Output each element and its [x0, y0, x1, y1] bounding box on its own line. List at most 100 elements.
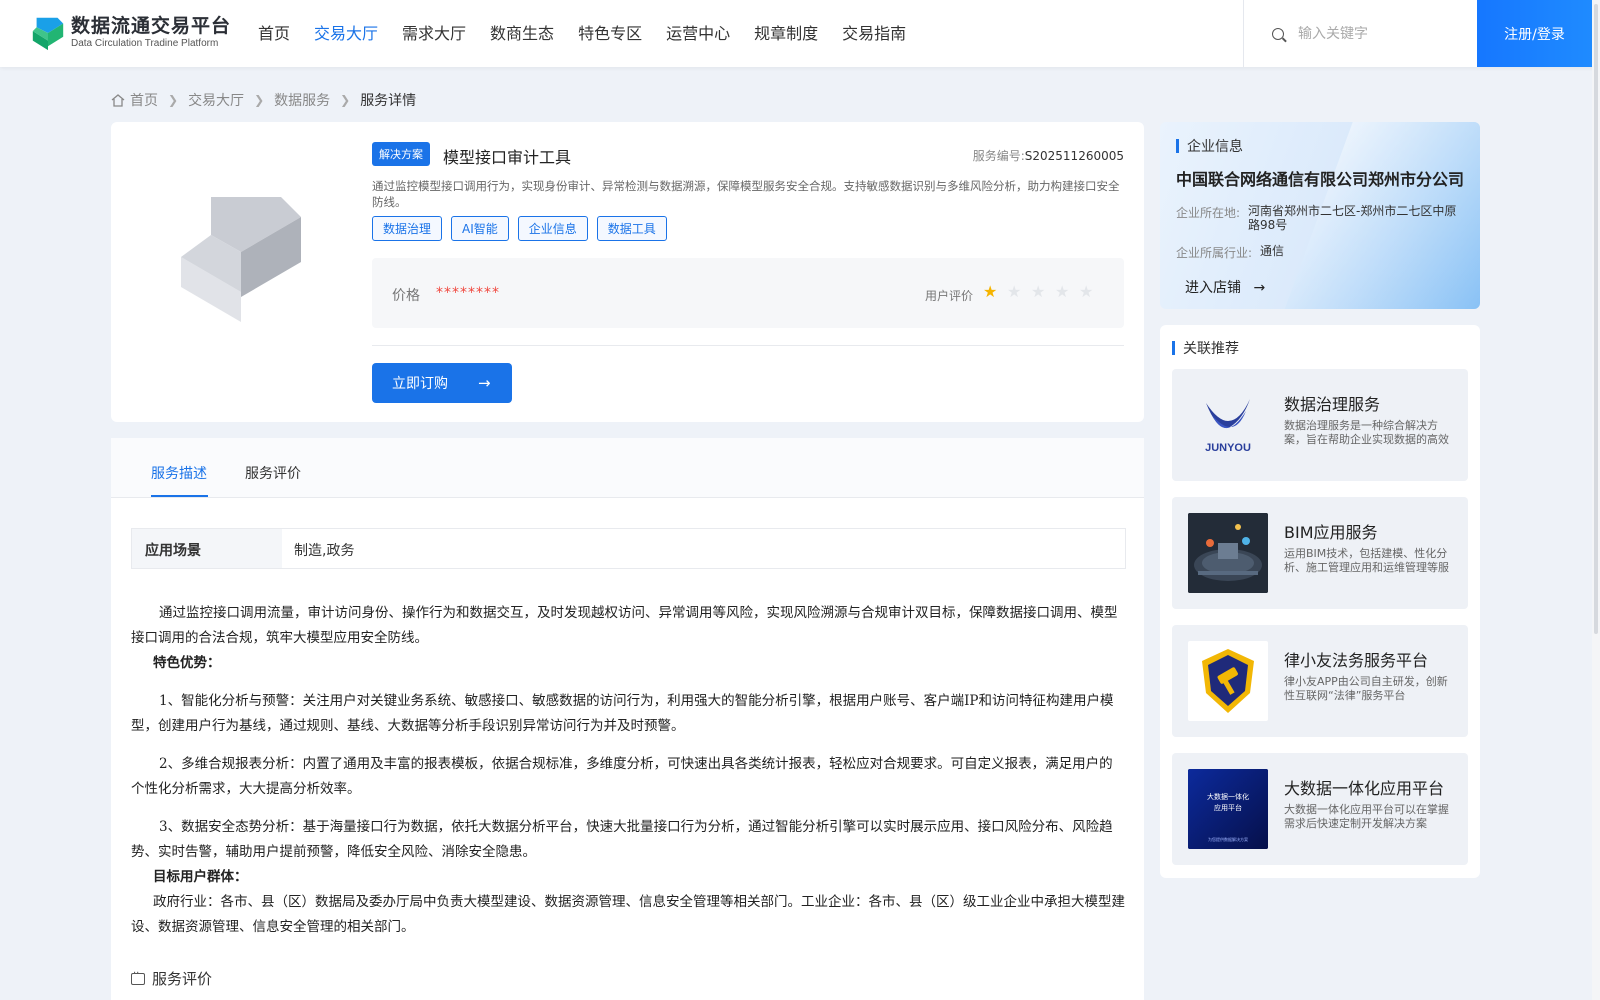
recommend-title: 大数据一体化应用平台	[1284, 779, 1445, 798]
star-icon[interactable]: ★	[1031, 284, 1047, 300]
recommend-desc: 运用BIM技术，包括建模、性化分析、施工管理应用和运维管理等服务	[1284, 547, 1449, 574]
logo-subtitle: Data Circulation Tradine Platform	[71, 38, 219, 49]
enter-shop-label: 进入店铺	[1185, 280, 1241, 296]
tag-chip[interactable]: 数据治理	[372, 216, 443, 241]
bigdata-thumb-line2: 应用平台	[1214, 803, 1242, 812]
rating-label: 用户评价	[925, 289, 974, 303]
breadcrumb: 首页 ❯ 交易大厅 ❯ 数据服务 ❯ 服务详情	[111, 90, 416, 110]
tab-service-reviews[interactable]: 服务评价	[245, 463, 301, 483]
star-rating[interactable]: ★ ★ ★ ★ ★	[983, 284, 1103, 300]
recommend-card[interactable]: 律小友法务服务平台 律小友APP由公司自主研发，创新性互联网“法律”服务平台	[1172, 625, 1468, 737]
site-logo[interactable]: 数据流通交易平台 Data Circulation Tradine Platfo…	[29, 14, 231, 52]
intro-paragraph: 通过监控接口调用流量，审计访问身份、操作行为和数据交互，及时发现越权访问、异常调…	[131, 605, 1118, 646]
main-nav: 首页 交易大厅 需求大厅 数商生态 特色专区 运营中心 规章制度 交易指南	[246, 0, 918, 67]
tag-chip[interactable]: 企业信息	[517, 216, 588, 241]
related-recommendations: 关联推荐 JUNYOU 数据治理服务 数据治理服务是一种综合解决方案，旨在帮助企…	[1160, 325, 1480, 878]
star-icon[interactable]: ★	[1055, 284, 1071, 300]
recommend-desc: 律小友APP由公司自主研发，创新性互联网“法律”服务平台	[1284, 675, 1448, 702]
arrow-right-icon: →	[1253, 280, 1266, 296]
bigdata-screen-image: 大数据一体化 应用平台 为您提供数据解决方案	[1188, 769, 1268, 849]
advantage-paragraph: 3、数据安全态势分析：基于海量接口行为数据，依托大数据分析平台，快速大批量接口行…	[131, 819, 1113, 860]
bigdata-thumb-line1: 大数据一体化	[1207, 792, 1249, 801]
breadcrumb-data-service[interactable]: 数据服务	[274, 90, 330, 110]
scrollbar-thumb[interactable]	[1594, 4, 1598, 634]
company-section-title: 企业信息	[1176, 136, 1243, 156]
comment-icon	[131, 968, 145, 985]
enter-shop-link[interactable]: 进入店铺 →	[1185, 277, 1265, 297]
product-title: 模型接口审计工具	[443, 148, 572, 167]
reviews-section-title: 服务评价	[131, 968, 212, 989]
advantage-paragraph: 1、智能化分析与预警：关注用户对关键业务系统、敏感接口、敏感数据的访问行为，利用…	[131, 693, 1114, 734]
service-code-value: S202511260005	[1024, 149, 1124, 163]
company-info-panel: 企业信息 中国联合网络通信有限公司郑州市分公司 企业所在地: 河南省郑州市二七区…	[1160, 122, 1480, 309]
product-description: 通过监控模型接口调用行为，实现身份审计、异常检测与数据溯源，保障模型服务安全合规…	[372, 179, 1120, 209]
company-location-row: 企业所在地: 河南省郑州市二七区-郑州市二七区中原路98号	[1176, 204, 1463, 232]
search-box	[1243, 0, 1477, 67]
application-scene-table: 应用场景 制造,政务	[131, 528, 1126, 569]
product-card: 解决方案 模型接口审计工具 服务编号:S202511260005 通过监控模型接…	[111, 122, 1144, 422]
bim-scene-image	[1188, 513, 1268, 593]
recommend-desc: 数据治理服务是一种综合解决方案，旨在帮助企业实现数据的高效管理	[1284, 419, 1449, 446]
logo-icon	[32, 17, 64, 51]
nav-item-home[interactable]: 首页	[252, 0, 296, 67]
arrow-right-icon: →	[478, 374, 491, 392]
top-header: 数据流通交易平台 Data Circulation Tradine Platfo…	[0, 0, 1600, 67]
star-icon[interactable]: ★	[1079, 284, 1095, 300]
recommend-card[interactable]: JUNYOU 数据治理服务 数据治理服务是一种综合解决方案，旨在帮助企业实现数据…	[1172, 369, 1468, 481]
tag-list: 数据治理 AI智能 企业信息 数据工具	[372, 216, 676, 241]
law-shield-image	[1188, 641, 1268, 721]
nav-item-ecosystem[interactable]: 数商生态	[484, 0, 560, 67]
nav-item-special-zone[interactable]: 特色专区	[572, 0, 648, 67]
buy-button-label: 立即订购	[392, 376, 448, 392]
service-detail-panel: 服务描述 服务评价 应用场景 制造,政务 通过监控接口调用流量，审计访问身份、操…	[111, 438, 1144, 1000]
industry-value: 通信	[1260, 244, 1285, 258]
buy-now-button[interactable]: 立即订购 →	[372, 363, 512, 403]
price-value: ********	[436, 285, 500, 301]
company-industry-row: 企业所属行业: 通信	[1176, 244, 1475, 261]
tab-service-description[interactable]: 服务描述	[151, 463, 207, 483]
search-input[interactable]	[1298, 25, 1468, 42]
recommend-title: BIM应用服务	[1284, 523, 1378, 542]
tag-chip[interactable]: AI智能	[451, 216, 509, 241]
chevron-right-icon: ❯	[340, 93, 351, 107]
recommend-title: 数据治理服务	[1284, 395, 1381, 414]
nav-item-operations[interactable]: 运营中心	[660, 0, 736, 67]
nav-item-guide[interactable]: 交易指南	[836, 0, 912, 67]
star-icon[interactable]: ★	[983, 284, 999, 300]
active-tab-indicator	[151, 495, 208, 497]
target-users-paragraph: 政府行业：各市、县（区）数据局及委办厅局中负责大模型建设、数据资源管理、信息安全…	[131, 894, 1125, 935]
nav-item-regulations[interactable]: 规章制度	[748, 0, 824, 67]
solution-badge: 解决方案	[372, 142, 430, 166]
home-icon	[111, 93, 125, 107]
search-icon[interactable]	[1272, 27, 1284, 40]
recommend-card[interactable]: 大数据一体化 应用平台 为您提供数据解决方案 大数据一体化应用平台 大数据一体化…	[1172, 753, 1468, 865]
service-code: 服务编号:S202511260005	[973, 147, 1124, 164]
location-value: 河南省郑州市二七区-郑州市二七区中原路98号	[1248, 204, 1457, 232]
login-register-button[interactable]: 注册/登录	[1477, 0, 1592, 67]
breadcrumb-home[interactable]: 首页	[130, 90, 158, 110]
recommend-section-title: 关联推荐	[1172, 338, 1239, 358]
nav-item-demand-hall[interactable]: 需求大厅	[396, 0, 472, 67]
target-users-heading: 目标用户群体：	[153, 869, 248, 885]
nav-item-trading-hall[interactable]: 交易大厅	[308, 0, 384, 67]
breadcrumb-trading-hall[interactable]: 交易大厅	[188, 90, 244, 110]
chevron-right-icon: ❯	[168, 93, 179, 107]
scene-key: 应用场景	[132, 529, 282, 568]
reviews-title-text: 服务评价	[152, 970, 213, 988]
bigdata-thumb-footer: 为您提供数据解决方案	[1208, 836, 1248, 842]
tag-chip[interactable]: 数据工具	[596, 216, 667, 241]
advantages-heading: 特色优势：	[153, 655, 221, 671]
recommend-card[interactable]: BIM应用服务 运用BIM技术，包括建模、性化分析、施工管理应用和运维管理等服务	[1172, 497, 1468, 609]
location-label: 企业所在地:	[1176, 206, 1241, 220]
company-name: 中国联合网络通信有限公司郑州市分公司	[1176, 170, 1465, 189]
scene-value: 制造,政务	[294, 543, 355, 559]
chevron-right-icon: ❯	[254, 93, 265, 107]
industry-label: 企业所属行业:	[1176, 246, 1253, 260]
breadcrumb-current: 服务详情	[360, 93, 417, 109]
divider	[372, 345, 1124, 346]
price-label: 价格	[392, 288, 420, 304]
advantage-paragraph: 2、多维合规报表分析：内置了通用及丰富的报表模板，依据合规标准，多维度分析，可快…	[131, 756, 1113, 797]
price-panel: 价格 ******** 用户评价 ★ ★ ★ ★ ★	[372, 258, 1124, 328]
star-icon[interactable]: ★	[1007, 284, 1023, 300]
junyou-logo-image: JUNYOU	[1188, 385, 1268, 465]
